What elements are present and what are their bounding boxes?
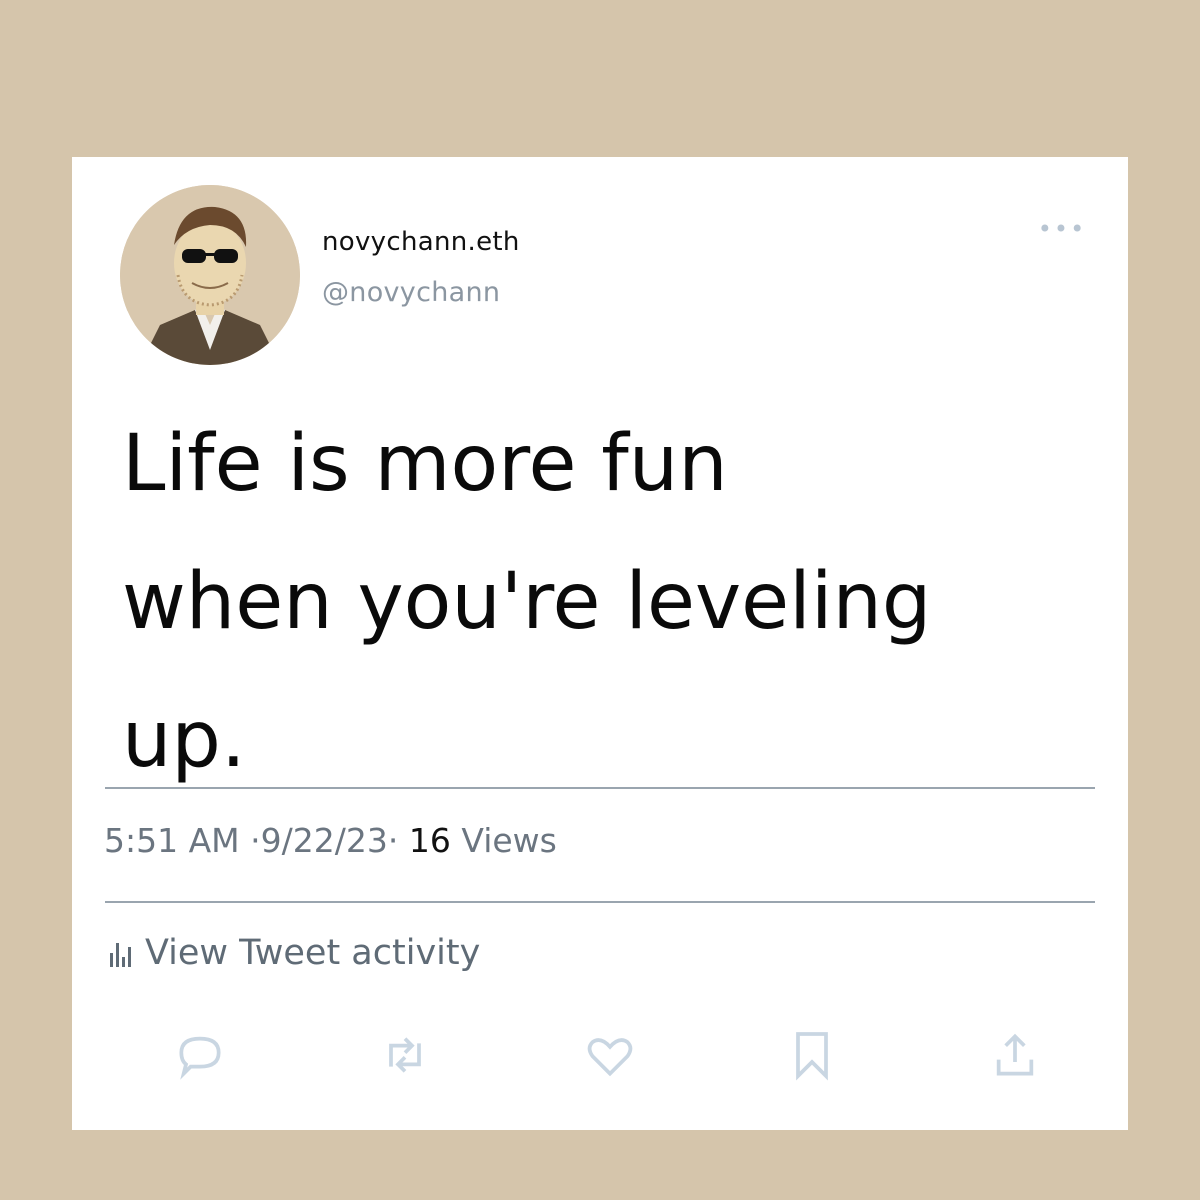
- retweet-button[interactable]: [377, 1027, 437, 1087]
- tweet-text-line: Life is more fun: [122, 419, 728, 509]
- like-button[interactable]: [582, 1027, 642, 1087]
- reply-icon: [179, 1036, 221, 1080]
- divider: [105, 787, 1095, 789]
- tweet-text: Life is more fun when you're leveling up…: [122, 395, 1102, 809]
- tweet-date[interactable]: 9/22/23: [261, 821, 388, 860]
- views-label: Views: [461, 821, 557, 860]
- reply-button[interactable]: [172, 1027, 232, 1087]
- heart-icon: [587, 1038, 633, 1077]
- views-count: 16: [408, 821, 451, 860]
- avatar-image: [120, 185, 300, 365]
- tweet-text-line: when you're leveling: [122, 557, 932, 647]
- more-horizontal-icon: •••: [1037, 215, 1087, 243]
- retweet-icon: [389, 1037, 421, 1073]
- bookmark-button[interactable]: [784, 1027, 844, 1087]
- action-bar: [172, 1027, 1072, 1087]
- tweet-card: novychann.eth @novychann ••• Life is mor…: [72, 157, 1128, 1130]
- bar-chart-icon: [110, 939, 131, 967]
- more-options-button[interactable]: •••: [997, 199, 1127, 259]
- divider: [105, 901, 1095, 903]
- avatar[interactable]: [120, 185, 300, 365]
- tweet-meta: 5:51 AM ·9/22/23· 16 Views: [104, 821, 557, 860]
- bookmark-icon: [796, 1032, 828, 1081]
- display-name[interactable]: novychann.eth: [322, 227, 520, 257]
- view-tweet-activity-link[interactable]: View Tweet activity: [110, 933, 480, 973]
- activity-label: View Tweet activity: [145, 933, 481, 973]
- tweet-text-line: up.: [122, 695, 246, 785]
- share-icon: [996, 1033, 1034, 1076]
- share-button[interactable]: [987, 1027, 1047, 1087]
- handle[interactable]: @novychann: [322, 277, 500, 308]
- tweet-time[interactable]: 5:51 AM: [104, 821, 240, 860]
